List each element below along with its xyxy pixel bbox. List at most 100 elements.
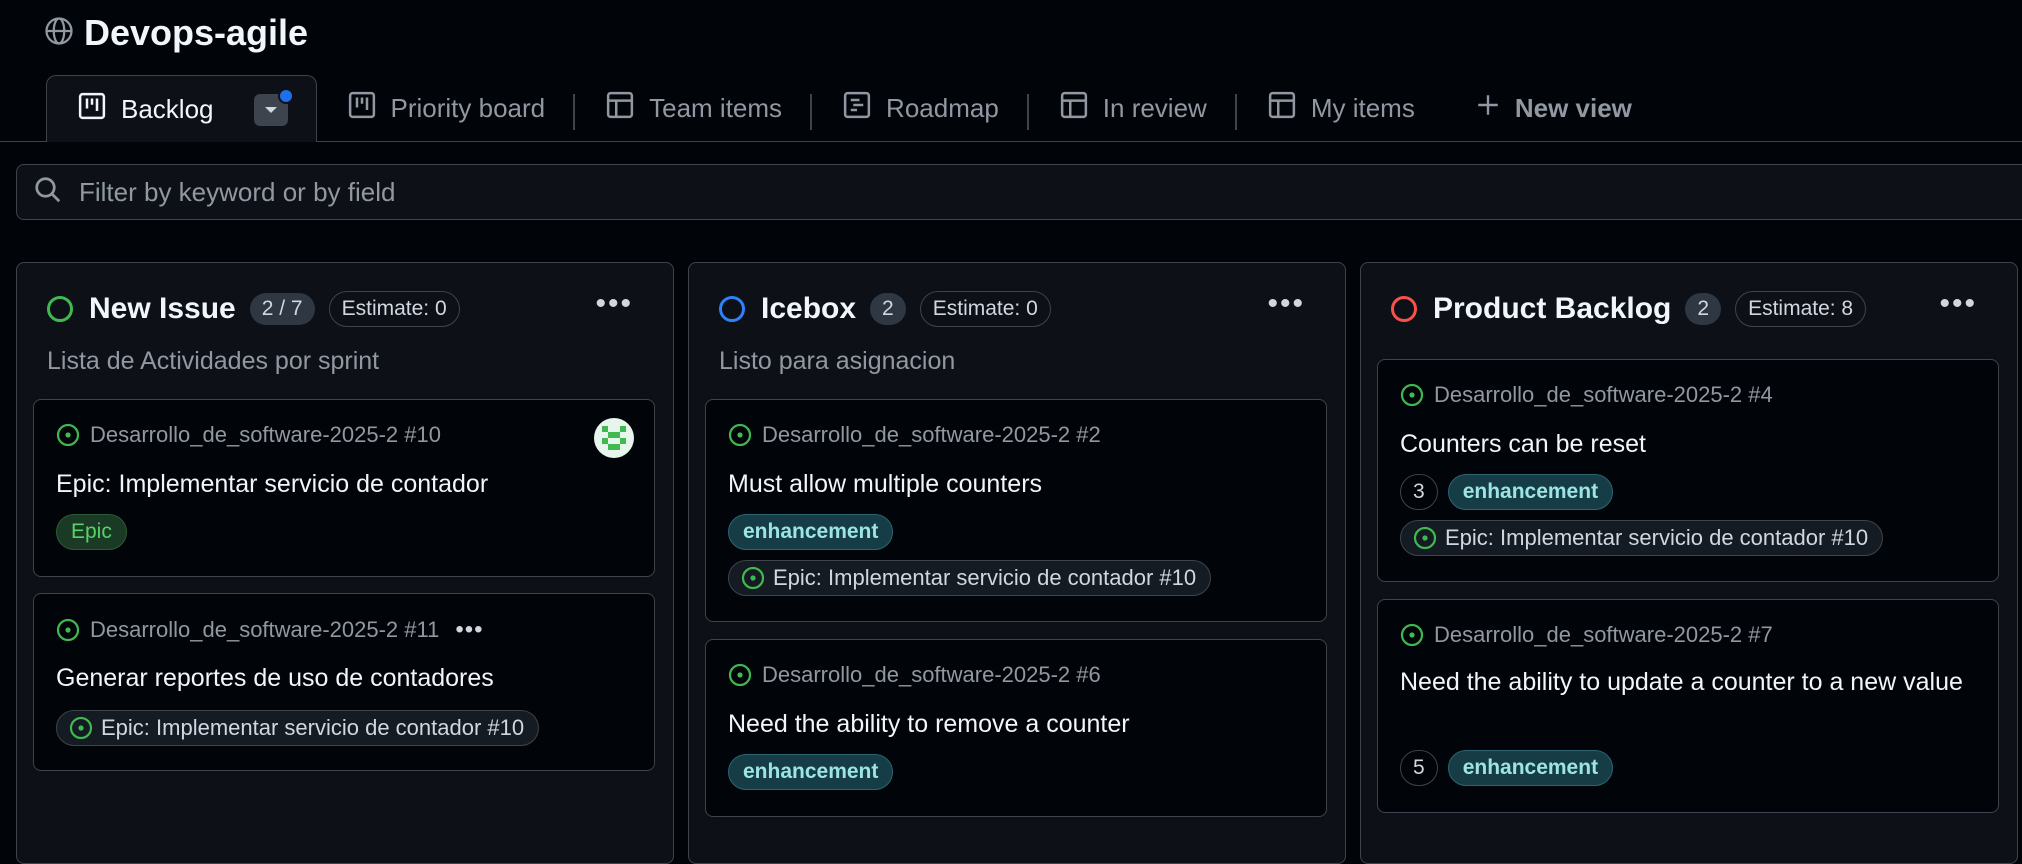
parent-issue-pill[interactable]: Epic: Implementar servicio de contador #… bbox=[1400, 520, 1884, 556]
assignee-avatar[interactable] bbox=[594, 418, 634, 458]
tab-label: Backlog bbox=[121, 94, 214, 124]
tab-label: In review bbox=[1102, 92, 1207, 123]
issue-open-icon bbox=[728, 423, 752, 447]
issue-ref-text: Desarrollo_de_software-2025-2 #7 bbox=[1434, 622, 1773, 647]
issue-open-icon bbox=[56, 423, 80, 447]
issue-card[interactable]: Desarrollo_de_software-2025-2 #2 Must al… bbox=[705, 399, 1327, 622]
issue-ref: Desarrollo_de_software-2025-2 #11 ••• bbox=[56, 616, 484, 644]
unsaved-changes-dot bbox=[277, 87, 294, 104]
column-name: Icebox bbox=[761, 292, 857, 325]
issue-card[interactable]: Desarrollo_de_software-2025-2 #7 Need th… bbox=[1377, 599, 1999, 813]
card-parent-row: Epic: Implementar servicio de contador #… bbox=[728, 560, 1212, 596]
tab-in-review[interactable]: In review bbox=[1029, 75, 1237, 141]
card-parent-row: Epic: Implementar servicio de contador #… bbox=[1400, 520, 1884, 556]
issue-card[interactable]: Desarrollo_de_software-2025-2 #10 Epic: … bbox=[33, 399, 655, 577]
issue-ref: Desarrollo_de_software-2025-2 #6 bbox=[728, 662, 1101, 688]
tab-label: My items bbox=[1310, 92, 1415, 123]
issue-open-icon bbox=[728, 663, 752, 687]
column-more-button[interactable]: ••• bbox=[595, 287, 633, 321]
issue-ref: Desarrollo_de_software-2025-2 #4 bbox=[1400, 382, 1773, 408]
plus-icon bbox=[1475, 92, 1501, 125]
issue-title[interactable]: Need the ability to remove a counter bbox=[728, 708, 1298, 740]
column-header: Product Backlog 2 Estimate: 8 bbox=[1391, 291, 1867, 327]
globe-icon bbox=[44, 16, 74, 51]
column-header: Icebox 2 Estimate: 0 bbox=[719, 291, 1051, 327]
issue-open-icon bbox=[1413, 526, 1437, 550]
issue-ref-text: Desarrollo_de_software-2025-2 #4 bbox=[1434, 382, 1773, 407]
card-labels: 5 enhancement bbox=[1400, 750, 1614, 786]
card-labels: enhancement bbox=[728, 754, 894, 790]
parent-issue-pill[interactable]: Epic: Implementar servicio de contador #… bbox=[56, 710, 540, 746]
parent-issue-text: Epic: Implementar servicio de contador #… bbox=[1445, 525, 1869, 550]
column-icebox: Icebox 2 Estimate: 0 ••• Listo para asig… bbox=[688, 262, 1346, 864]
tab-roadmap[interactable]: Roadmap bbox=[812, 75, 1029, 141]
table-icon bbox=[605, 90, 635, 127]
board-area: New Issue 2 / 7 Estimate: 0 ••• Lista de… bbox=[0, 142, 2022, 864]
label-enhancement[interactable]: enhancement bbox=[1447, 474, 1614, 510]
estimate-sum: Estimate: 0 bbox=[328, 291, 460, 327]
status-circle-icon bbox=[1391, 296, 1417, 322]
issue-title[interactable]: Need the ability to update a counter to … bbox=[1400, 666, 1970, 698]
column-new-issue: New Issue 2 / 7 Estimate: 0 ••• Lista de… bbox=[16, 262, 674, 864]
card-labels: 3 enhancement bbox=[1400, 474, 1614, 510]
issue-ref-text: Desarrollo_de_software-2025-2 #10 bbox=[90, 422, 441, 447]
issue-card[interactable]: Desarrollo_de_software-2025-2 #11 ••• Ge… bbox=[33, 593, 655, 771]
caret-down-icon bbox=[264, 106, 277, 113]
issue-card[interactable]: Desarrollo_de_software-2025-2 #4 Counter… bbox=[1377, 359, 1999, 582]
status-circle-icon bbox=[719, 296, 745, 322]
item-count: 2 bbox=[1685, 293, 1722, 325]
issue-open-icon bbox=[741, 566, 765, 590]
issue-open-icon bbox=[56, 618, 80, 642]
parent-issue-pill[interactable]: Epic: Implementar servicio de contador #… bbox=[728, 560, 1212, 596]
table-icon bbox=[1267, 90, 1297, 127]
status-circle-icon bbox=[47, 296, 73, 322]
view-options-dropdown[interactable] bbox=[253, 87, 294, 126]
tab-my-items[interactable]: My items bbox=[1237, 75, 1445, 141]
project-title-bar: Devops-agile bbox=[44, 12, 308, 54]
issue-ref-text: Desarrollo_de_software-2025-2 #6 bbox=[762, 662, 1101, 687]
label-enhancement[interactable]: enhancement bbox=[728, 514, 894, 550]
issue-title[interactable]: Counters can be reset bbox=[1400, 428, 1970, 460]
tab-team-items[interactable]: Team items bbox=[575, 75, 812, 141]
issue-open-icon bbox=[1400, 623, 1424, 647]
issue-card[interactable]: Desarrollo_de_software-2025-2 #6 Need th… bbox=[705, 639, 1327, 817]
label-enhancement[interactable]: enhancement bbox=[1447, 750, 1614, 786]
issue-title[interactable]: Generar reportes de uso de contadores bbox=[56, 662, 626, 694]
card-labels: Epic bbox=[56, 514, 127, 550]
column-description: Listo para asignacion bbox=[719, 347, 956, 375]
issue-ref-text: Desarrollo_de_software-2025-2 #2 bbox=[762, 422, 1101, 447]
tab-label: Roadmap bbox=[886, 92, 999, 123]
filter-input[interactable] bbox=[77, 175, 1881, 209]
estimate-pill: 3 bbox=[1400, 474, 1438, 510]
item-count: 2 / 7 bbox=[249, 293, 315, 325]
tab-priority-board[interactable]: Priority board bbox=[317, 75, 576, 141]
parent-issue-text: Epic: Implementar servicio de contador #… bbox=[101, 715, 525, 740]
tab-label: Team items bbox=[649, 92, 783, 123]
issue-open-icon bbox=[69, 716, 93, 740]
project-header: Devops-agile Backlog Priority board Team… bbox=[0, 0, 2022, 143]
column-more-button[interactable]: ••• bbox=[1267, 287, 1305, 321]
item-count: 2 bbox=[870, 293, 906, 325]
issue-title[interactable]: Must allow multiple counters bbox=[728, 468, 1298, 500]
card-more-button[interactable]: ••• bbox=[455, 616, 483, 644]
label-enhancement[interactable]: enhancement bbox=[728, 754, 894, 790]
new-view-button[interactable]: New view bbox=[1445, 75, 1662, 141]
estimate-sum: Estimate: 0 bbox=[919, 291, 1051, 327]
tab-backlog[interactable]: Backlog bbox=[46, 75, 317, 143]
tab-label: Priority board bbox=[390, 92, 546, 123]
column-header: New Issue 2 / 7 Estimate: 0 bbox=[47, 291, 460, 327]
parent-issue-text: Epic: Implementar servicio de contador #… bbox=[773, 565, 1197, 590]
filter-bar[interactable] bbox=[16, 164, 2022, 220]
issue-open-icon bbox=[1400, 383, 1424, 407]
card-labels: enhancement bbox=[728, 514, 894, 550]
view-tabs: Backlog Priority board Team items Roadma… bbox=[46, 75, 1662, 143]
board-icon bbox=[77, 91, 107, 128]
column-product-backlog: Product Backlog 2 Estimate: 8 ••• Desarr… bbox=[1360, 262, 2018, 864]
project-title: Devops-agile bbox=[84, 12, 309, 53]
label-epic[interactable]: Epic bbox=[56, 514, 127, 550]
issue-title[interactable]: Epic: Implementar servicio de contador bbox=[56, 468, 626, 500]
new-view-label: New view bbox=[1514, 92, 1632, 123]
search-icon bbox=[33, 175, 63, 210]
table-icon bbox=[1059, 90, 1089, 127]
column-more-button[interactable]: ••• bbox=[1939, 287, 1977, 321]
